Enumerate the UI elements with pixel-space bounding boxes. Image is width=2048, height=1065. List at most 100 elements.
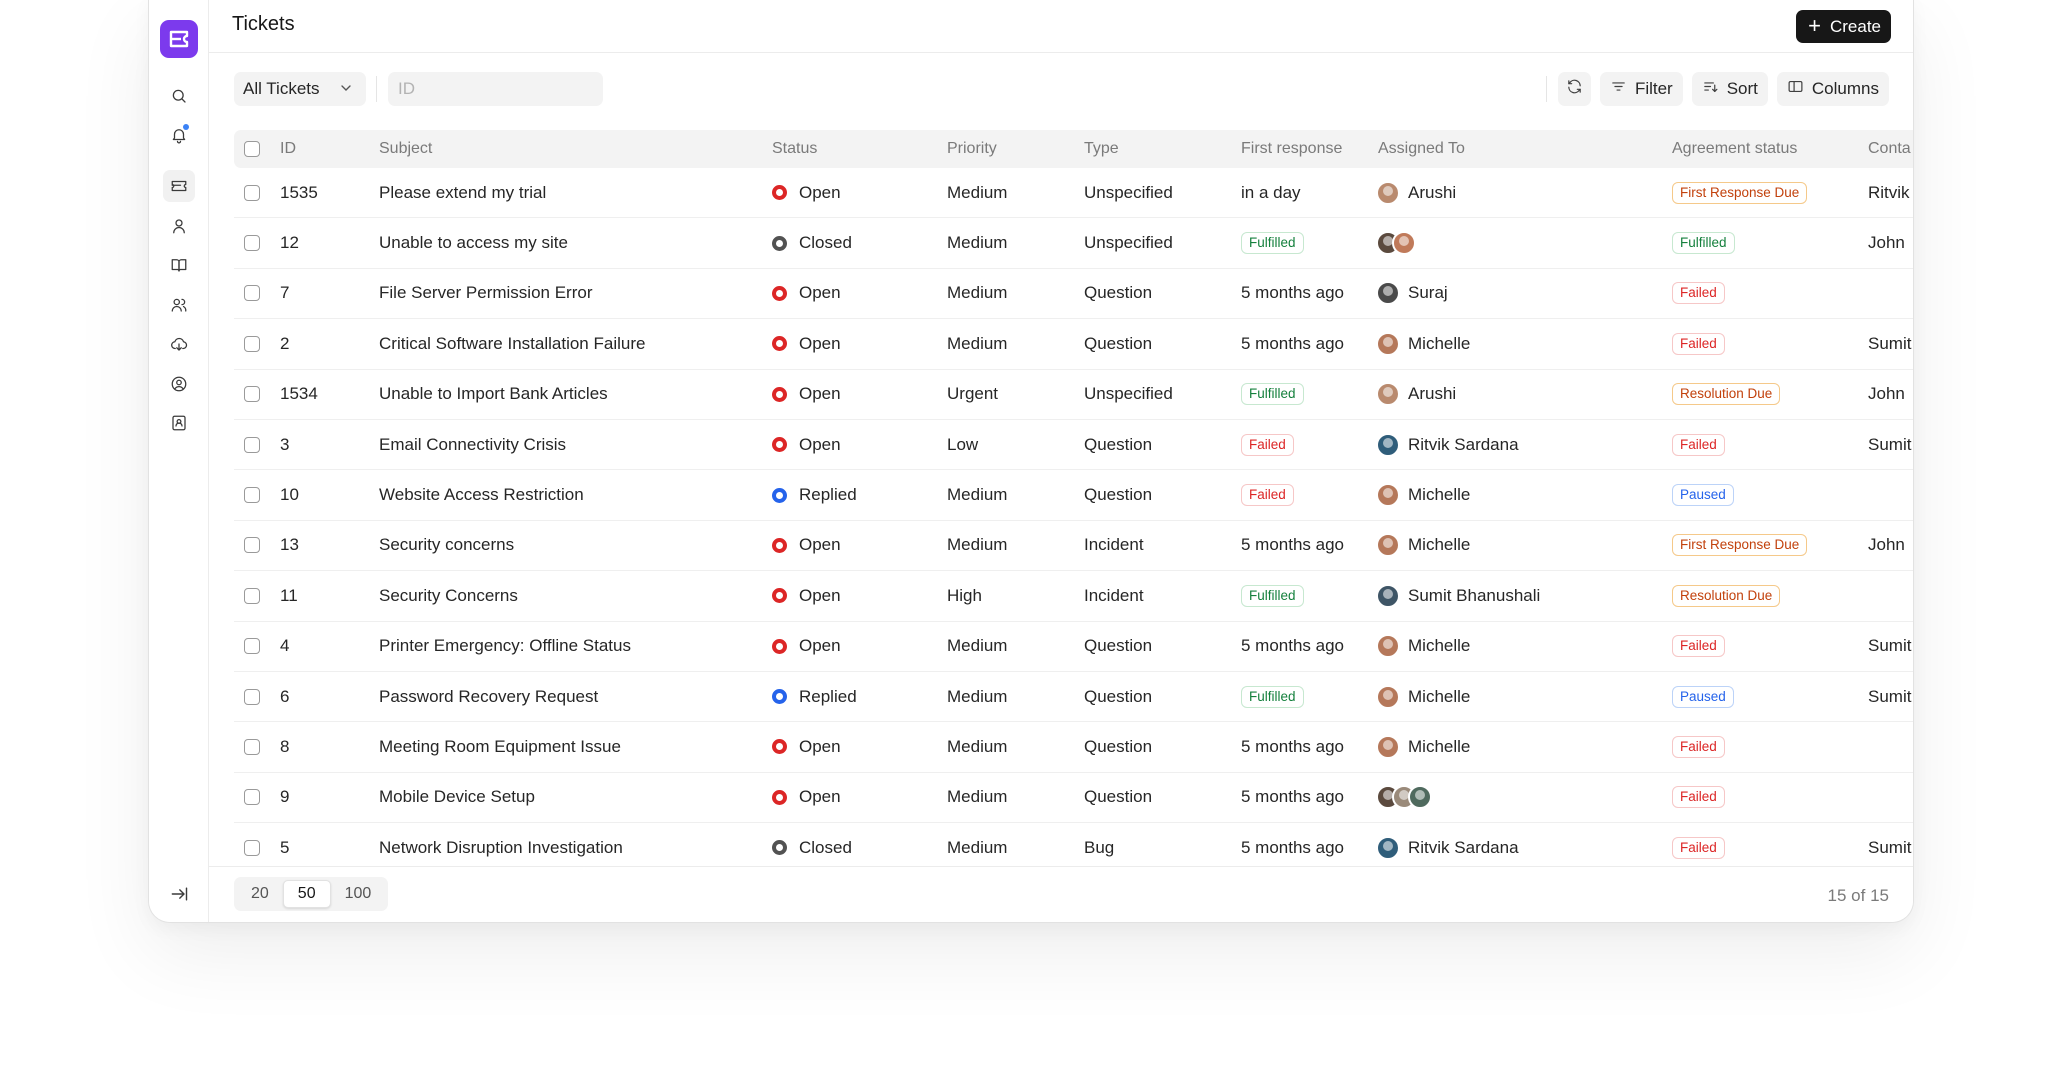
status-label: Open xyxy=(799,333,841,353)
ticket-subject[interactable]: Security concerns xyxy=(379,521,514,570)
contact-card-icon[interactable] xyxy=(163,407,195,439)
row-checkbox[interactable] xyxy=(244,269,260,318)
columns-button[interactable]: Columns xyxy=(1776,72,1889,106)
table-row[interactable]: 1534 Unable to Import Bank Articles Open… xyxy=(234,370,1913,420)
ticket-assignee[interactable]: Michelle xyxy=(1376,722,1470,771)
row-checkbox[interactable] xyxy=(244,168,260,217)
ticket-assignee[interactable]: Ritvik Sardana xyxy=(1376,420,1519,469)
ticket-subject[interactable]: File Server Permission Error xyxy=(379,269,593,318)
ticket-status[interactable]: Open xyxy=(772,319,841,368)
page-size-option[interactable]: 100 xyxy=(331,880,386,908)
ticket-status[interactable]: Open xyxy=(772,370,841,419)
create-button[interactable]: + Create xyxy=(1796,10,1891,43)
page-size-option[interactable]: 50 xyxy=(282,880,331,908)
table-row[interactable]: 6 Password Recovery Request Replied Medi… xyxy=(234,672,1913,723)
ticket-subject[interactable]: Mobile Device Setup xyxy=(379,773,535,822)
column-header-agreement[interactable]: Agreement status xyxy=(1672,130,1797,168)
search-icon[interactable] xyxy=(163,80,195,112)
status-label: Closed xyxy=(799,233,852,253)
ticket-assignee[interactable]: Arushi xyxy=(1376,370,1456,419)
table-row[interactable]: 8 Meeting Room Equipment Issue Open Medi… xyxy=(234,722,1913,773)
ticket-subject[interactable]: Critical Software Installation Failure xyxy=(379,319,645,368)
table-row[interactable]: 10 Website Access Restriction Replied Me… xyxy=(234,470,1913,521)
ticket-status[interactable]: Open xyxy=(772,269,841,318)
ticket-assignee[interactable]: Suraj xyxy=(1376,269,1448,318)
ticket-subject[interactable]: Password Recovery Request xyxy=(379,672,598,721)
ticket-subject[interactable]: Security Concerns xyxy=(379,571,518,620)
ticket-status[interactable]: Open xyxy=(772,722,841,771)
table-row[interactable]: 2 Critical Software Installation Failure… xyxy=(234,319,1913,370)
row-checkbox[interactable] xyxy=(244,420,260,469)
app-logo[interactable] xyxy=(160,20,198,58)
ticket-status[interactable]: Open xyxy=(772,420,841,469)
column-header-subject[interactable]: Subject xyxy=(379,130,432,168)
user-icon[interactable] xyxy=(163,210,195,242)
select-all-checkbox[interactable] xyxy=(244,130,260,168)
ticket-assignee[interactable]: Michelle xyxy=(1376,622,1470,671)
ticket-assignee[interactable]: Michelle xyxy=(1376,319,1471,368)
ticket-subject[interactable]: Website Access Restriction xyxy=(379,470,584,519)
bell-icon[interactable] xyxy=(163,119,195,151)
row-checkbox[interactable] xyxy=(244,470,260,519)
ticket-status[interactable]: Open xyxy=(772,168,841,217)
ticket-icon[interactable] xyxy=(163,170,195,202)
arrow-right-bar-icon[interactable] xyxy=(165,880,193,908)
table-row[interactable]: 1535 Please extend my trial Open Medium … xyxy=(234,168,1913,219)
ticket-subject[interactable]: Email Connectivity Crisis xyxy=(379,420,566,469)
column-header-type[interactable]: Type xyxy=(1084,130,1119,168)
page-size-option[interactable]: 20 xyxy=(237,880,283,908)
ticket-status[interactable]: Replied xyxy=(772,672,857,721)
table-row[interactable]: 3 Email Connectivity Crisis Open Low Que… xyxy=(234,420,1913,471)
column-header-status[interactable]: Status xyxy=(772,130,817,168)
ticket-assignee[interactable]: Michelle xyxy=(1376,470,1470,519)
sort-button[interactable]: Sort xyxy=(1691,72,1768,106)
filter-button[interactable]: Filter xyxy=(1599,72,1683,106)
column-header-first-response[interactable]: First response xyxy=(1241,130,1342,168)
ticket-subject[interactable]: Please extend my trial xyxy=(379,168,546,217)
user-circle-icon[interactable] xyxy=(163,368,195,400)
ticket-status[interactable]: Closed xyxy=(772,218,852,267)
id-filter-input[interactable] xyxy=(388,72,603,106)
row-checkbox[interactable] xyxy=(244,571,260,620)
ticket-assignee[interactable]: Arushi xyxy=(1376,168,1456,217)
table-row[interactable]: 9 Mobile Device Setup Open Medium Questi… xyxy=(234,773,1913,824)
row-checkbox[interactable] xyxy=(244,370,260,419)
table-row[interactable]: 11 Security Concerns Open High Incident … xyxy=(234,571,1913,622)
ticket-status[interactable]: Open xyxy=(772,521,841,570)
row-checkbox[interactable] xyxy=(244,218,260,267)
book-icon[interactable] xyxy=(163,249,195,281)
ticket-assignee[interactable]: Michelle xyxy=(1376,672,1470,721)
assignee-name: Michelle xyxy=(1408,333,1471,353)
column-header-id[interactable]: ID xyxy=(280,130,296,168)
ticket-status[interactable]: Replied xyxy=(772,470,857,519)
ticket-status[interactable]: Open xyxy=(772,773,841,822)
ticket-assignee[interactable]: Michelle xyxy=(1376,521,1470,570)
row-checkbox[interactable] xyxy=(244,722,260,771)
refresh-button[interactable] xyxy=(1557,72,1591,106)
column-header-contact[interactable]: Conta xyxy=(1868,130,1911,168)
row-checkbox[interactable] xyxy=(244,773,260,822)
ticket-assignee[interactable] xyxy=(1376,773,1432,822)
ticket-assignee[interactable] xyxy=(1376,218,1416,267)
cloud-icon[interactable] xyxy=(163,328,195,360)
view-select[interactable]: All Tickets xyxy=(234,72,366,106)
table-row[interactable]: 12 Unable to access my site Closed Mediu… xyxy=(234,218,1913,269)
ticket-subject[interactable]: Meeting Room Equipment Issue xyxy=(379,722,621,771)
table-row[interactable]: 4 Printer Emergency: Offline Status Open… xyxy=(234,622,1913,672)
users-icon[interactable] xyxy=(163,289,195,321)
row-checkbox[interactable] xyxy=(244,622,260,671)
ticket-subject[interactable]: Unable to Import Bank Articles xyxy=(379,370,608,419)
ticket-assignee[interactable]: Sumit Bhanushali xyxy=(1376,571,1540,620)
ticket-subject[interactable]: Unable to access my site xyxy=(379,218,568,267)
status-label: Open xyxy=(799,535,841,555)
ticket-status[interactable]: Open xyxy=(772,622,841,671)
column-header-priority[interactable]: Priority xyxy=(947,130,997,168)
ticket-status[interactable]: Open xyxy=(772,571,841,620)
ticket-subject[interactable]: Printer Emergency: Offline Status xyxy=(379,622,631,671)
column-header-assigned[interactable]: Assigned To xyxy=(1378,130,1465,168)
row-checkbox[interactable] xyxy=(244,521,260,570)
table-row[interactable]: 13 Security concerns Open Medium Inciden… xyxy=(234,521,1913,572)
row-checkbox[interactable] xyxy=(244,319,260,368)
row-checkbox[interactable] xyxy=(244,672,260,721)
table-row[interactable]: 7 File Server Permission Error Open Medi… xyxy=(234,269,1913,320)
